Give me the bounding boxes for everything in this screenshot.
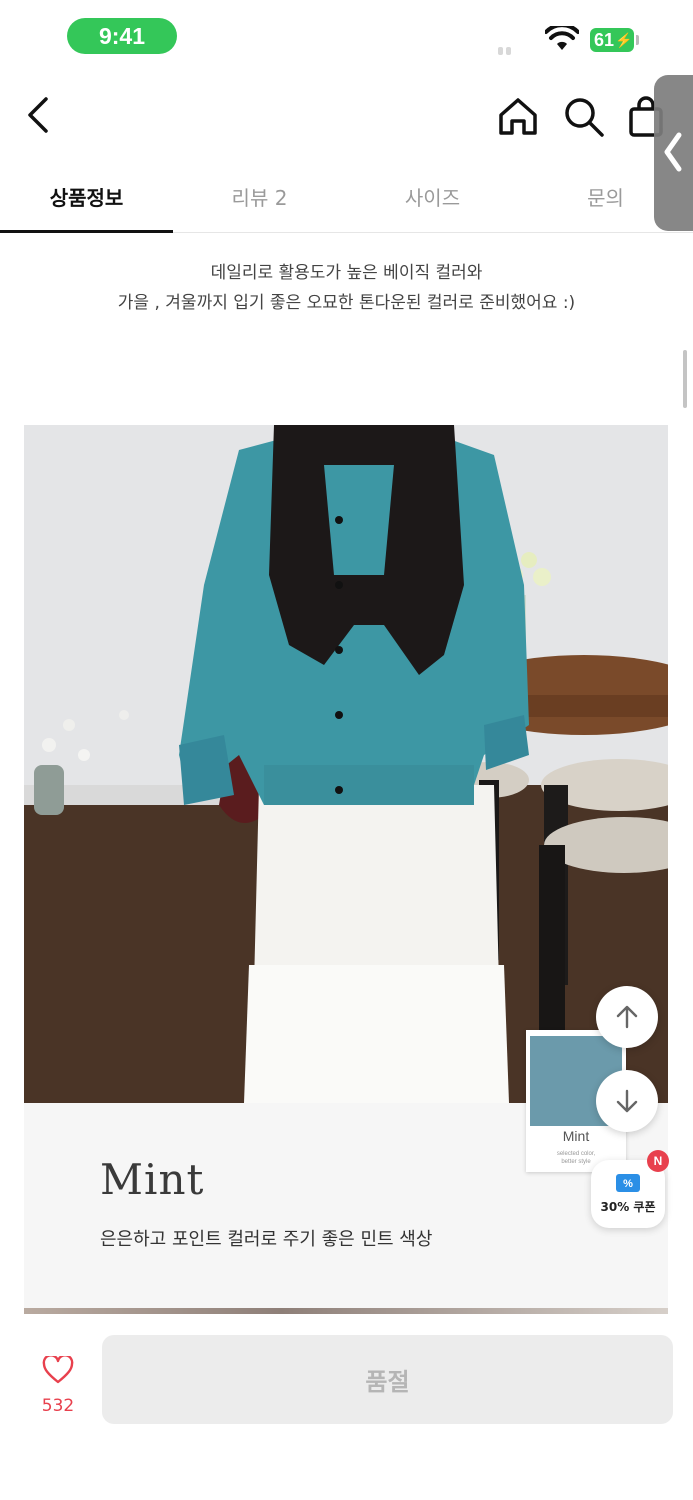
description-line-2: 가을 , 겨울까지 입기 좋은 오묘한 톤다운된 컬러로 준비했어요 :) bbox=[117, 293, 576, 313]
swatch-label: Mint bbox=[562, 1128, 590, 1144]
charging-bolt-icon: ⚡ bbox=[615, 31, 633, 48]
arrow-down-icon bbox=[616, 1089, 638, 1113]
color-name: Mint bbox=[100, 1155, 205, 1204]
swatch-caption-line-1: selected color, bbox=[556, 1151, 596, 1157]
arrow-up-icon bbox=[616, 1005, 638, 1029]
scrollbar[interactable] bbox=[683, 350, 687, 408]
scroll-up-button[interactable] bbox=[596, 986, 658, 1048]
coupon-ticket-icon: % bbox=[616, 1174, 640, 1192]
status-bar: 9:41 61 ⚡ bbox=[0, 0, 693, 75]
description-line-1: 데일리로 활용도가 높은 베이직 컬러와 bbox=[210, 263, 483, 283]
header bbox=[0, 75, 693, 160]
tab-size[interactable]: 사이즈 bbox=[346, 160, 519, 232]
wifi-icon bbox=[545, 26, 579, 50]
search-icon[interactable] bbox=[562, 95, 606, 139]
tab-reviews[interactable]: 리뷰 2 bbox=[173, 160, 346, 232]
product-description: 데일리로 활용도가 높은 베이직 컬러와 가을 , 겨울까지 입기 좋은 오묘한… bbox=[0, 258, 693, 318]
back-arrow-icon[interactable] bbox=[22, 95, 58, 135]
home-icon[interactable] bbox=[496, 95, 540, 139]
next-photo-edge bbox=[24, 1308, 668, 1314]
signal-dots-icon bbox=[498, 40, 516, 55]
svg-text:%: % bbox=[623, 1178, 633, 1190]
soldout-button[interactable]: 품절 bbox=[102, 1335, 673, 1424]
tab-inquiry[interactable]: 문의 bbox=[519, 160, 692, 232]
new-badge: N bbox=[647, 1150, 669, 1172]
color-description: 은은하고 포인트 컬러로 주기 좋은 민트 색상 bbox=[100, 1229, 433, 1250]
coupon-label: 30% 쿠폰 bbox=[600, 1200, 656, 1214]
heart-icon bbox=[42, 1356, 74, 1384]
battery-cap bbox=[636, 35, 639, 45]
battery-level: 61 bbox=[594, 29, 615, 50]
product-tabs: 상품정보 리뷰 2 사이즈 문의 bbox=[0, 160, 693, 233]
scroll-down-button[interactable] bbox=[596, 1070, 658, 1132]
status-time: 9:41 bbox=[67, 18, 177, 54]
product-photo bbox=[24, 425, 668, 1103]
battery-indicator: 61 ⚡ bbox=[590, 28, 634, 52]
tab-product-info[interactable]: 상품정보 bbox=[0, 160, 173, 233]
bottom-action-bar: 532 품절 bbox=[0, 1320, 693, 1500]
like-count: 532 bbox=[41, 1396, 75, 1416]
like-button[interactable]: 532 bbox=[30, 1350, 86, 1420]
